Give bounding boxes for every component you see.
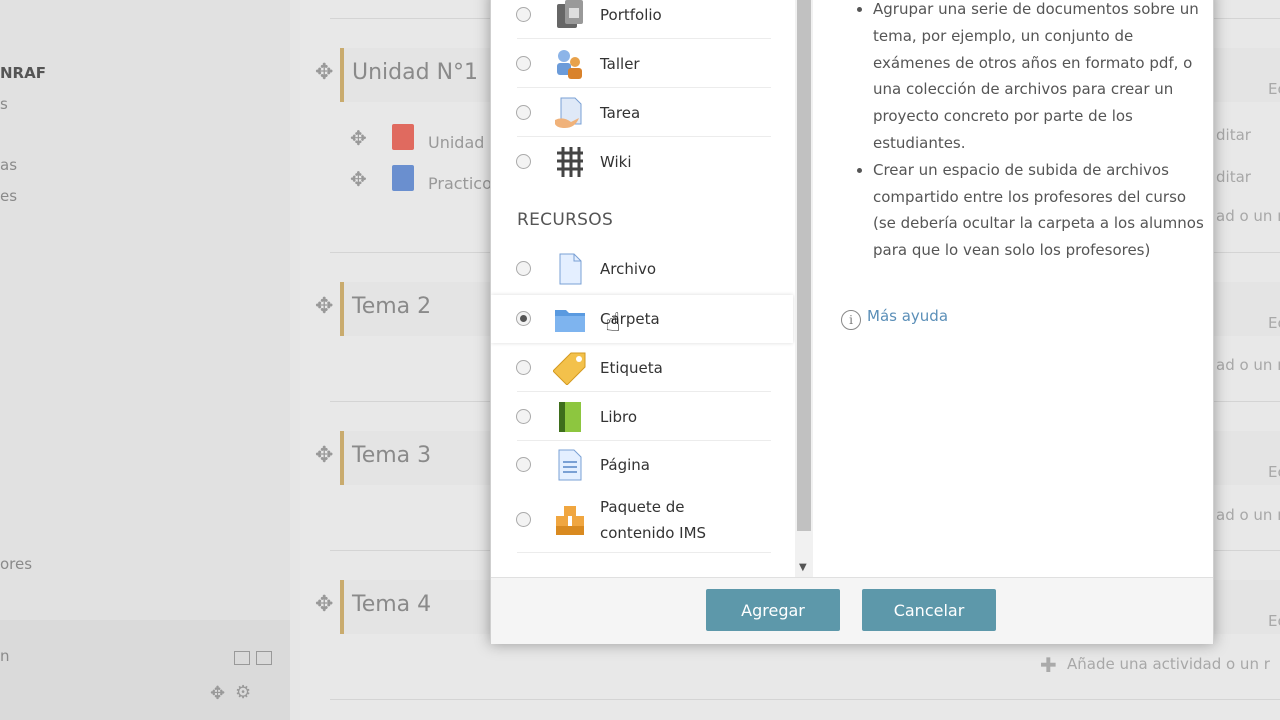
pdf-icon <box>392 124 414 150</box>
section-title[interactable]: Tema 2 <box>352 294 431 319</box>
add-activity-link[interactable]: ad o un r <box>1216 207 1280 225</box>
option-paquete-ims[interactable]: Paquete de contenido IMS <box>491 487 771 553</box>
option-wiki[interactable]: Wiki <box>491 138 771 186</box>
edit-link[interactable]: Ec <box>1268 612 1280 630</box>
add-button[interactable]: Agregar <box>706 589 840 631</box>
nav-item[interactable]: as <box>0 156 17 174</box>
option-etiqueta[interactable]: Etiqueta <box>491 344 771 392</box>
activity-link[interactable]: Practico <box>428 174 492 193</box>
scrollbar-thumb[interactable] <box>797 0 811 531</box>
edit-link[interactable]: Ec <box>1268 463 1280 481</box>
move-icon[interactable]: ✥ <box>315 594 333 616</box>
option-label: Taller <box>600 55 640 73</box>
assignment-icon <box>555 97 582 128</box>
hand-cursor-icon: ☝ <box>605 308 621 338</box>
portfolio-icon <box>557 0 583 28</box>
nav-item[interactable]: ores <box>0 555 32 573</box>
divider <box>330 699 1280 700</box>
radio-button[interactable] <box>516 457 531 472</box>
dock-icon[interactable] <box>256 651 272 665</box>
sidebar-block: n ✥ ⚙ <box>0 620 290 720</box>
section-title[interactable]: Tema 3 <box>352 443 431 468</box>
nav-item[interactable]: s <box>0 95 8 113</box>
plus-icon: ✚ <box>1040 653 1057 677</box>
move-icon[interactable]: ✥ <box>350 128 367 148</box>
option-tarea[interactable]: Tarea <box>491 89 771 137</box>
option-label: Paquete de contenido IMS <box>600 498 707 542</box>
radio-button[interactable] <box>516 154 531 169</box>
nav-item[interactable]: es <box>0 187 17 205</box>
option-libro[interactable]: Libro <box>491 393 771 441</box>
divider <box>517 552 771 553</box>
page-icon <box>558 449 582 481</box>
option-label: Página <box>600 456 650 474</box>
left-sidebar: NRAF s as es ores n ✥ ⚙ <box>0 0 290 720</box>
option-pagina[interactable]: Página <box>491 441 771 489</box>
move-icon[interactable]: ✥ <box>210 683 225 704</box>
add-activity-link[interactable]: ad o un r <box>1216 356 1280 374</box>
ims-package-icon <box>556 506 584 535</box>
activity-chooser-dialog: Portfolio Taller Tarea Wiki RECURSOS Arc… <box>490 0 1214 644</box>
section-title[interactable]: Tema 4 <box>352 592 431 617</box>
block-title: n <box>0 647 10 665</box>
section-title[interactable]: Unidad N°1 <box>352 60 478 85</box>
divider <box>517 136 771 137</box>
scroll-down-icon[interactable]: ▼ <box>799 562 807 573</box>
move-icon[interactable]: ✥ <box>315 445 333 467</box>
option-taller[interactable]: Taller <box>491 40 771 88</box>
option-label: Tarea <box>600 104 641 122</box>
workshop-icon <box>557 50 582 79</box>
add-activity-link[interactable]: ad o un r <box>1216 506 1280 524</box>
help-item: Crear un espacio de subida de archivos c… <box>873 157 1208 264</box>
help-item: Agrupar una serie de documentos sobre un… <box>873 0 1208 157</box>
radio-button[interactable] <box>516 409 531 424</box>
edit-menu[interactable]: ditar <box>1216 168 1251 186</box>
radio-button[interactable] <box>516 7 531 22</box>
option-label: Archivo <box>600 260 657 278</box>
nav-item[interactable]: NRAF <box>0 64 46 82</box>
move-icon[interactable]: ✥ <box>315 296 333 318</box>
resources-header: RECURSOS <box>517 210 614 230</box>
add-activity-link[interactable]: Añade una actividad o un r <box>1067 655 1270 673</box>
cancel-button[interactable]: Cancelar <box>862 589 996 631</box>
label-tag-icon <box>553 352 586 385</box>
move-icon[interactable]: ✥ <box>315 62 333 84</box>
option-label: Wiki <box>600 153 632 171</box>
option-label: Portfolio <box>600 6 662 24</box>
radio-button[interactable] <box>516 512 531 527</box>
move-icon[interactable]: ✥ <box>350 169 367 189</box>
option-label: Etiqueta <box>600 359 663 377</box>
activity-link[interactable]: Unidad <box>428 133 484 152</box>
option-carpeta[interactable]: Carpeta <box>491 295 793 343</box>
divider <box>517 38 771 39</box>
edit-link[interactable]: Ec <box>1268 314 1280 332</box>
more-help-link[interactable]: i Más ayuda <box>841 307 948 330</box>
activity-list: Portfolio Taller Tarea Wiki RECURSOS Arc… <box>491 0 795 577</box>
gear-icon[interactable]: ⚙ <box>235 682 251 703</box>
option-label: Libro <box>600 408 638 426</box>
wiki-icon <box>557 147 583 177</box>
option-portfolio[interactable]: Portfolio <box>491 0 771 39</box>
radio-button[interactable] <box>516 56 531 71</box>
help-list: Agrupar una serie de documentos sobre un… <box>813 0 1208 264</box>
help-panel: Agrupar una serie de documentos sobre un… <box>813 0 1213 577</box>
file-icon <box>559 253 582 285</box>
radio-button[interactable] <box>516 105 531 120</box>
radio-button[interactable] <box>516 360 531 375</box>
dialog-footer: Agregar Cancelar <box>491 577 1213 644</box>
radio-button[interactable] <box>516 261 531 276</box>
info-icon: i <box>841 310 861 330</box>
word-icon <box>392 165 414 191</box>
divider <box>517 87 771 88</box>
edit-link[interactable]: Ec <box>1268 80 1280 98</box>
radio-button[interactable] <box>516 311 531 326</box>
scrollbar[interactable]: ▼ <box>795 0 813 577</box>
collapse-icon[interactable] <box>234 651 250 665</box>
option-archivo[interactable]: Archivo <box>491 245 771 293</box>
folder-icon <box>555 310 585 332</box>
book-icon <box>559 402 581 432</box>
edit-menu[interactable]: ditar <box>1216 126 1251 144</box>
divider <box>517 391 771 392</box>
more-help-label: Más ayuda <box>867 307 949 325</box>
